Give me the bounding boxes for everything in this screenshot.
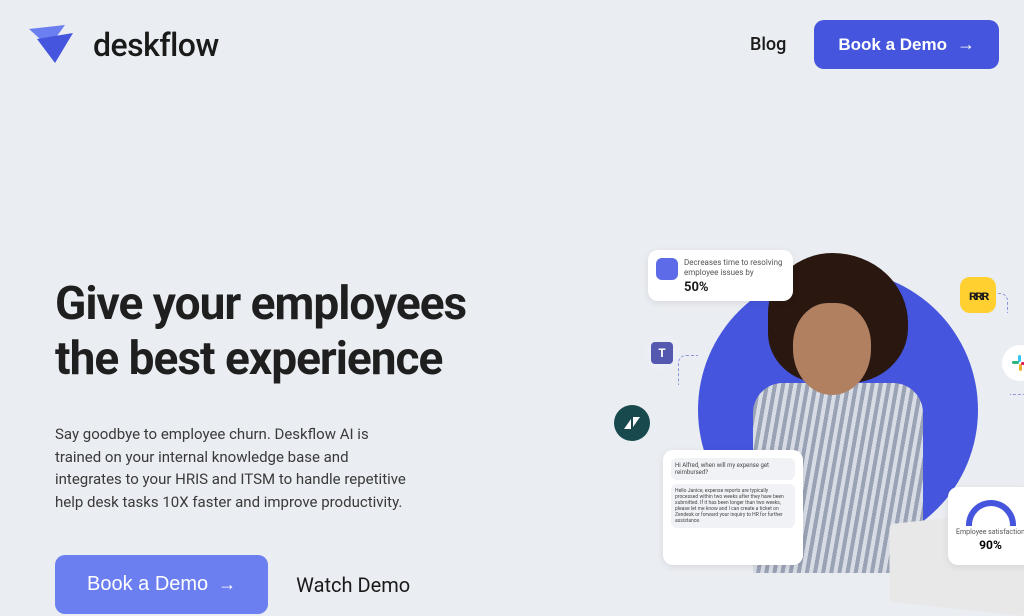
clock-icon xyxy=(656,258,678,280)
gauge-label: Employee satisfaction xyxy=(956,528,1024,536)
book-demo-button-header[interactable]: Book a Demo → xyxy=(814,20,999,69)
nav-blog-link[interactable]: Blog xyxy=(750,34,786,55)
teams-icon: T xyxy=(644,335,680,371)
watch-demo-link[interactable]: Watch Demo xyxy=(296,573,410,597)
stat-chip-time-saved: Decreases time to resolving employee iss… xyxy=(648,250,793,301)
slack-icon xyxy=(1002,345,1024,381)
arrow-right-icon: → xyxy=(218,574,236,595)
chat-question: Hi Alfred, when will my expense get reim… xyxy=(671,458,795,480)
chat-answer: Hello Janice, expense reports are typica… xyxy=(671,484,795,528)
chat-chip: Hi Alfred, when will my expense get reim… xyxy=(663,450,803,565)
hero-headline: Give your employees the best experience xyxy=(55,277,535,387)
stat-label: Decreases time to resolving employee iss… xyxy=(684,258,783,277)
logo-text: deskflow xyxy=(93,26,219,64)
arrow-right-icon: → xyxy=(957,34,975,55)
gauge-icon xyxy=(966,500,1016,526)
miro-icon: ʀʀʀ xyxy=(960,277,996,313)
connector-line xyxy=(678,355,698,385)
header-nav: Blog Book a Demo → xyxy=(750,20,999,69)
book-demo-button-hero[interactable]: Book a Demo → xyxy=(55,555,268,614)
logo-icon xyxy=(25,25,81,65)
button-label: Book a Demo xyxy=(838,35,947,55)
link-label: Watch Demo xyxy=(296,573,410,597)
logo[interactable]: deskflow xyxy=(25,25,219,65)
gauge-value: 90% xyxy=(979,538,1002,552)
site-header: deskflow Blog Book a Demo → xyxy=(0,0,1024,89)
hero-cta-row: Book a Demo → Watch Demo xyxy=(55,555,535,614)
hero-subhead: Say goodbye to employee churn. Deskflow … xyxy=(55,423,415,513)
button-label: Book a Demo xyxy=(87,573,208,596)
hero-illustration: Decreases time to resolving employee iss… xyxy=(618,225,1024,605)
hero-copy: Give your employees the best experience … xyxy=(55,149,535,614)
zendesk-icon xyxy=(614,405,650,441)
gauge-chip: Employee satisfaction 90% xyxy=(948,487,1024,565)
stat-value: 50% xyxy=(684,280,783,295)
